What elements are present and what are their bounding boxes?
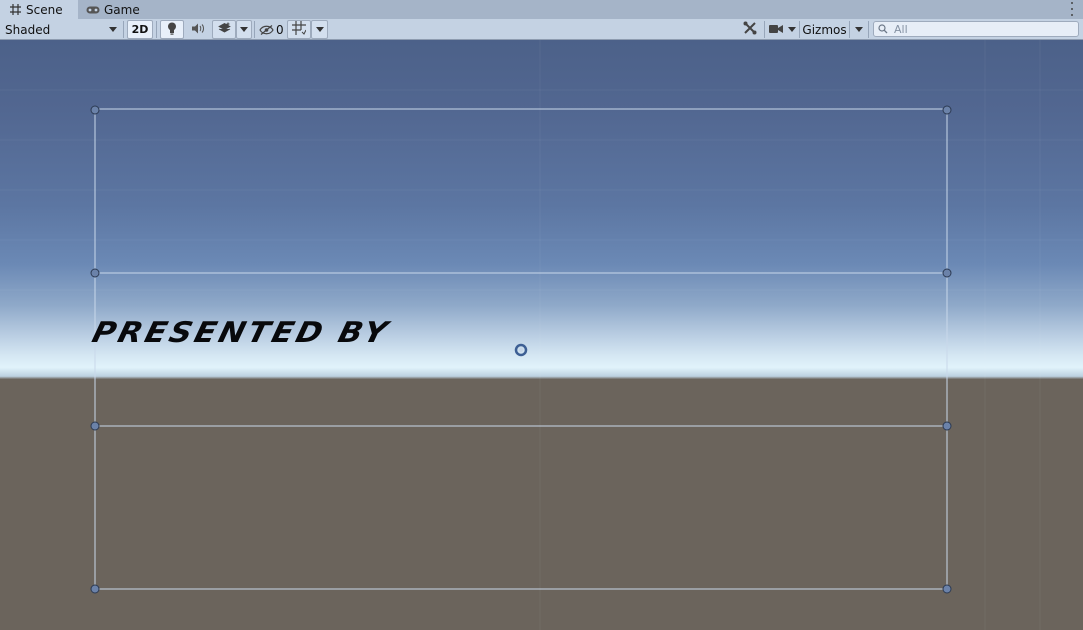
tab-game-label: Game — [104, 2, 140, 17]
pivot-handle[interactable] — [514, 343, 528, 357]
eye-slash-icon — [259, 24, 274, 35]
toolbar-divider — [764, 21, 765, 38]
chevron-down-icon — [315, 27, 324, 32]
effects-dropdown-button[interactable] — [236, 20, 252, 39]
scene-grid-icon — [8, 3, 22, 17]
gamepad-icon — [86, 3, 100, 17]
lightbulb-icon — [167, 22, 177, 38]
tab-game[interactable]: Game — [84, 0, 154, 19]
tab-scene[interactable]: Scene — [0, 0, 78, 19]
toolbar-divider — [254, 21, 255, 38]
tab-scene-label: Scene — [26, 2, 63, 17]
camera-button[interactable] — [767, 20, 785, 39]
resize-handle[interactable] — [90, 584, 100, 594]
layers-effects-icon — [217, 22, 231, 37]
camera-icon — [769, 23, 783, 37]
resize-handle[interactable] — [942, 421, 952, 431]
tab-bar: Scene Game — [0, 0, 1083, 20]
chevron-down-icon — [240, 27, 248, 32]
hidden-objects-toggle[interactable]: 0 — [257, 20, 285, 39]
rect-transform-top[interactable] — [94, 108, 948, 274]
chevron-down-icon — [788, 27, 796, 32]
speaker-icon — [191, 23, 205, 37]
unity-scene-window: Scene Game Shaded 2D 0 Gizmos All PRESEN… — [0, 0, 1083, 630]
toggle-2d-label: 2D — [131, 23, 149, 36]
grid-toggle-button[interactable] — [287, 20, 311, 39]
resize-handle[interactable] — [90, 268, 100, 278]
toolbar-divider — [849, 21, 850, 38]
chevron-down-icon — [854, 27, 863, 32]
tools-button[interactable] — [738, 20, 762, 39]
search-icon — [878, 24, 888, 34]
grid-dropdown-button[interactable] — [311, 20, 328, 39]
search-placeholder: All — [894, 22, 908, 36]
toggle-2d-button[interactable]: 2D — [127, 20, 153, 39]
gizmos-dropdown-button[interactable] — [851, 20, 866, 39]
window-menu-icon[interactable] — [1069, 2, 1075, 16]
hierarchy-search-input[interactable]: All — [873, 21, 1079, 37]
resize-handle[interactable] — [90, 105, 100, 115]
toolbar-divider — [156, 21, 157, 38]
scene-viewport[interactable]: PRESENTED BY — [0, 40, 1083, 630]
resize-handle[interactable] — [90, 421, 100, 431]
toolbar-divider — [868, 21, 869, 38]
gizmos-button[interactable]: Gizmos — [800, 20, 849, 39]
resize-handle[interactable] — [942, 268, 952, 278]
shading-mode-dropdown[interactable]: Shaded — [0, 20, 122, 39]
hidden-count: 0 — [276, 22, 284, 37]
effects-toggle-button[interactable] — [212, 20, 236, 39]
presented-by-text-object[interactable]: PRESENTED BY — [89, 316, 394, 349]
resize-handle[interactable] — [942, 105, 952, 115]
grid-snap-icon — [292, 21, 307, 38]
shading-mode-label: Shaded — [5, 22, 51, 37]
tools-cross-icon — [743, 21, 757, 38]
chevron-down-icon — [109, 27, 117, 32]
toolbar-divider — [123, 21, 124, 38]
lighting-toggle-button[interactable] — [160, 20, 184, 39]
rect-transform-bottom[interactable] — [94, 425, 948, 590]
camera-dropdown-button[interactable] — [785, 20, 799, 39]
audio-toggle-button[interactable] — [186, 20, 210, 39]
scene-toolbar: Shaded 2D 0 Gizmos All — [0, 19, 1083, 40]
resize-handle[interactable] — [942, 584, 952, 594]
gizmos-label: Gizmos — [802, 22, 847, 37]
